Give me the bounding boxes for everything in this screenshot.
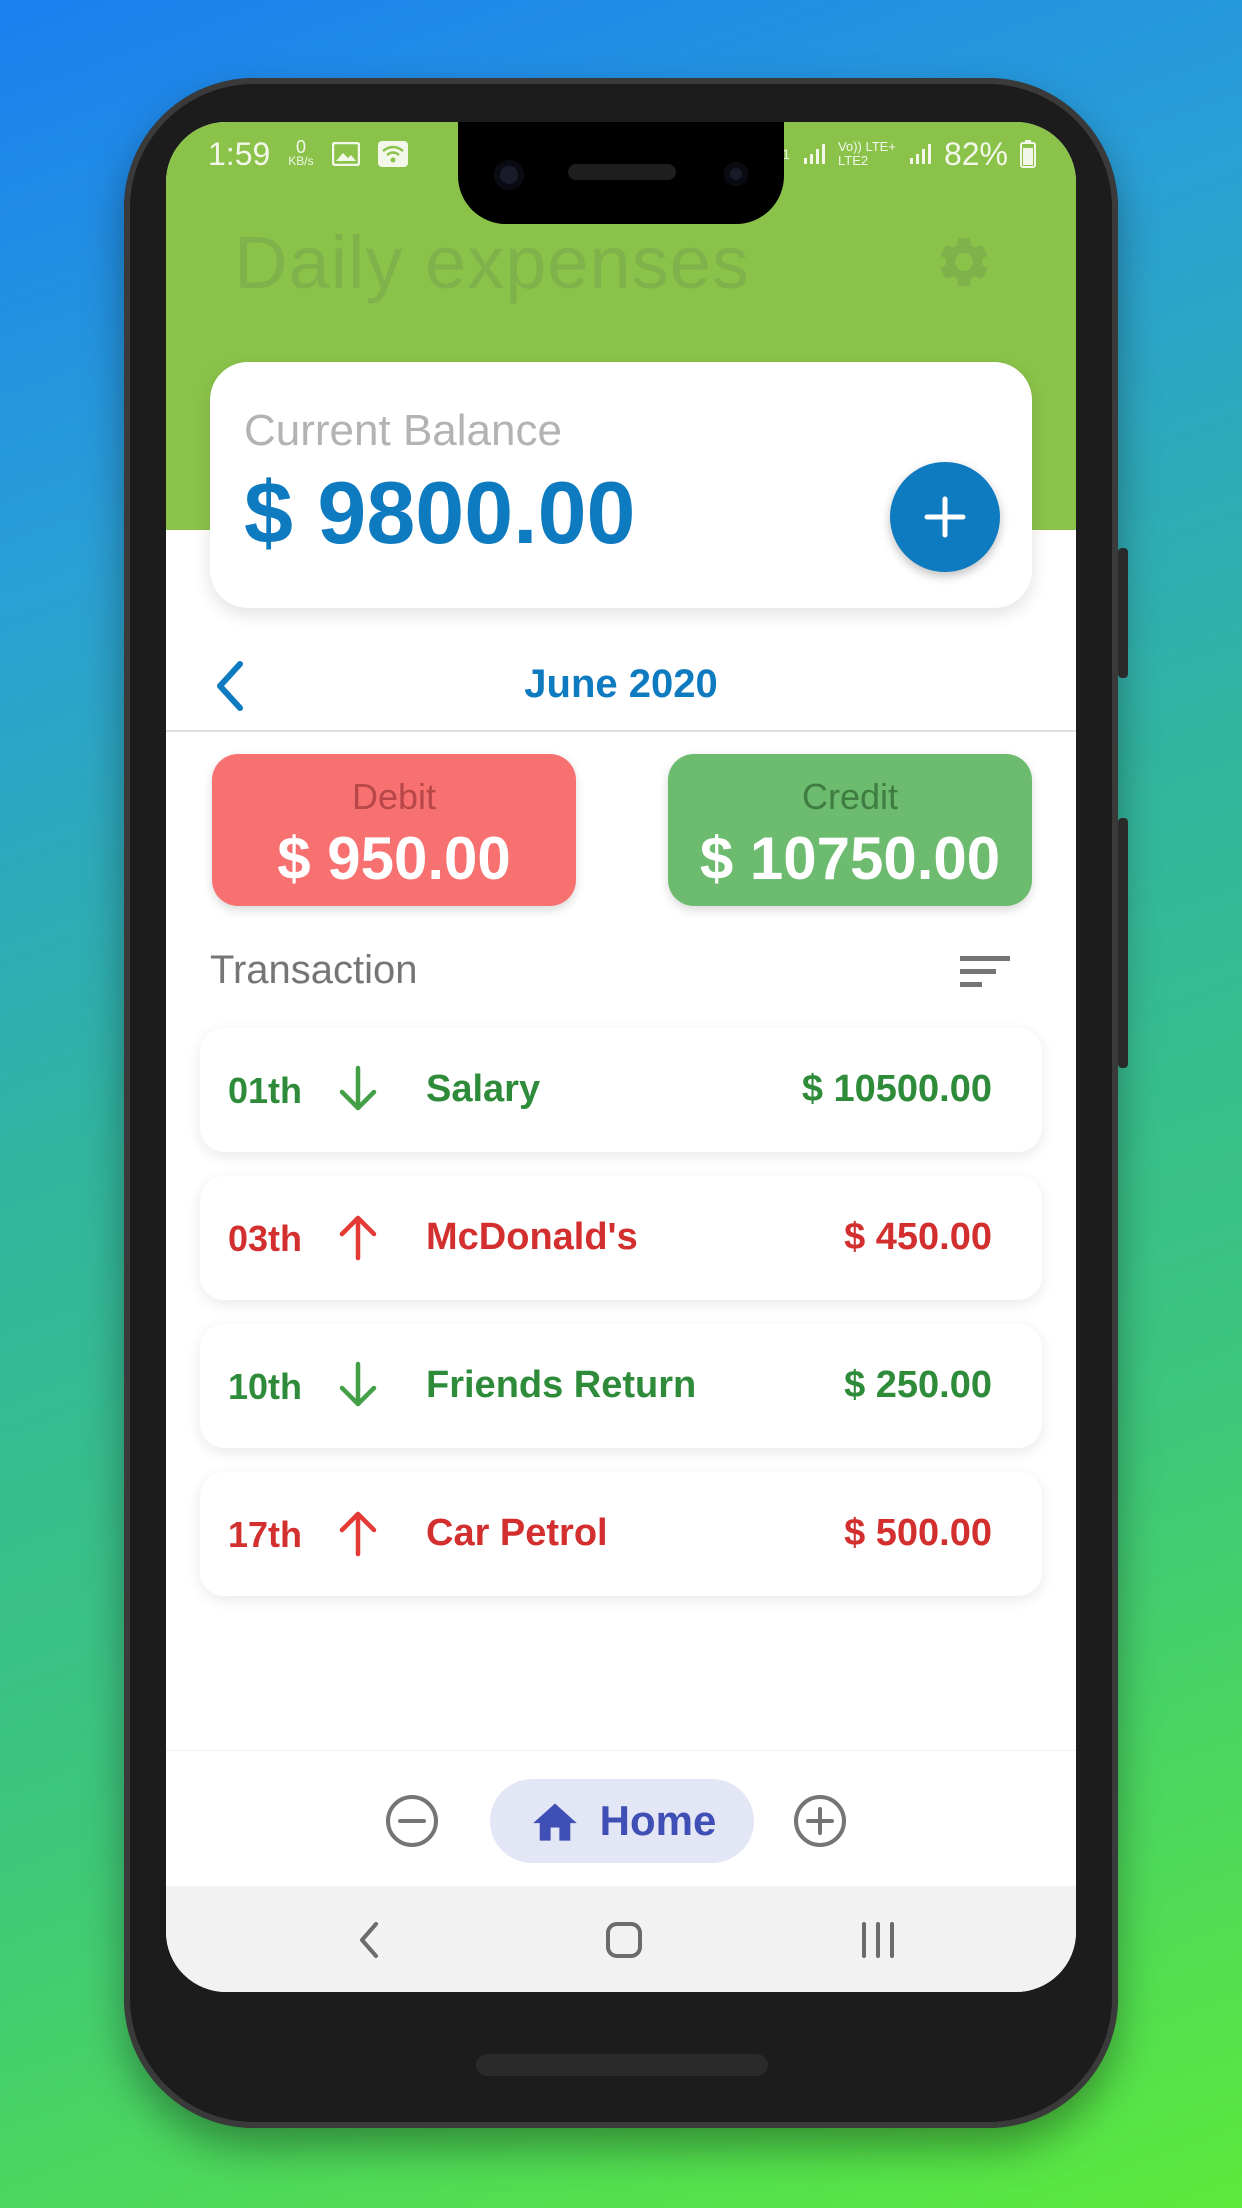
transaction-name: McDonald's <box>426 1216 638 1258</box>
plus-circle-icon[interactable] <box>792 1793 848 1849</box>
gallery-icon <box>331 142 360 166</box>
battery-icon <box>1020 140 1036 168</box>
transaction-list: 01th Salary $ 10500.00 03th McDonald's $… <box>200 1028 1042 1620</box>
gear-icon[interactable] <box>934 232 994 292</box>
recents-icon[interactable] <box>856 1918 900 1962</box>
signal-icon-2 <box>909 144 931 164</box>
debit-value: $ 950.00 <box>277 825 511 892</box>
transaction-row[interactable]: 01th Salary $ 10500.00 <box>200 1028 1042 1152</box>
transaction-header: Transaction <box>210 948 418 992</box>
transaction-day: 01th <box>228 1070 303 1111</box>
balance-value: $ 9800.00 <box>244 463 636 562</box>
app-screen: 1:59 0 KB/s LTE1 Vo)) LT <box>166 122 1076 1992</box>
transaction-day: 17th <box>228 1514 303 1555</box>
signal-icon <box>804 144 826 164</box>
transaction-name: Salary <box>426 1068 541 1110</box>
phone-screen: 1:59 0 KB/s LTE1 Vo)) LT <box>166 122 1076 1992</box>
transaction-row[interactable]: 17th Car Petrol $ 500.00 <box>200 1472 1042 1596</box>
transaction-amount: $ 250.00 <box>844 1364 992 1406</box>
transaction-name: Car Petrol <box>426 1512 608 1554</box>
home-tab-label: Home <box>599 1797 717 1844</box>
minus-circle-icon[interactable] <box>384 1793 440 1849</box>
home-button-icon[interactable] <box>602 1918 646 1962</box>
home-icon <box>532 1803 577 1841</box>
credit-label: Credit <box>801 776 899 817</box>
transaction-name: Friends Return <box>426 1364 697 1406</box>
wifi-icon <box>377 141 408 167</box>
transaction-day: 03th <box>228 1218 303 1259</box>
battery-percent: 82% <box>943 135 1008 172</box>
status-time: 1:59 <box>208 135 271 172</box>
month-label: June 2020 <box>524 662 718 706</box>
debit-label: Debit <box>351 776 437 817</box>
earpiece <box>568 164 676 180</box>
sort-icon[interactable] <box>958 952 1012 992</box>
back-icon[interactable] <box>348 1918 392 1962</box>
credit-card: Credit $ 10750.00 <box>668 754 1032 906</box>
balance-card: Current Balance $ 9800.00 <box>210 362 1032 608</box>
transaction-day: 10th <box>228 1366 303 1407</box>
balance-label: Current Balance <box>244 406 562 455</box>
status-bar-right: LTE1 Vo)) LTE+ LTE2 82% <box>758 132 1036 176</box>
transaction-amount: $ 10500.00 <box>801 1068 992 1110</box>
transaction-amount: $ 500.00 <box>844 1512 992 1554</box>
month-selector: June 2020 <box>166 632 1076 742</box>
credit-value: $ 10750.00 <box>699 825 1001 892</box>
transaction-row[interactable]: 10th Friends Return $ 250.00 <box>200 1324 1042 1448</box>
data-speed: 0 KB/s <box>288 137 314 168</box>
front-sensor <box>724 162 748 186</box>
debit-card: Debit $ 950.00 <box>212 754 576 906</box>
arrow-up-icon <box>339 1511 377 1557</box>
front-camera <box>494 160 524 190</box>
bottom-speaker <box>476 2054 768 2076</box>
divider <box>166 730 1076 732</box>
network-2: Vo)) LTE+ LTE2 <box>838 139 896 168</box>
arrow-down-icon <box>339 1361 377 1407</box>
arrow-up-icon <box>339 1215 377 1261</box>
bottom-navigation: Home <box>166 1750 1076 1887</box>
power-button <box>1118 548 1128 678</box>
transaction-amount: $ 450.00 <box>844 1216 992 1258</box>
arrow-down-icon <box>339 1065 377 1111</box>
app-title: Daily expenses <box>234 221 750 304</box>
transaction-row[interactable]: 03th McDonald's $ 450.00 <box>200 1176 1042 1300</box>
plus-icon <box>924 496 966 538</box>
volume-button <box>1118 818 1128 1068</box>
system-navigation-bar <box>166 1886 1076 1992</box>
add-transaction-button[interactable] <box>890 462 1000 572</box>
home-tab[interactable]: Home <box>490 1779 754 1863</box>
status-bar-left: 1:59 0 KB/s <box>208 132 408 176</box>
camera-notch <box>458 122 784 224</box>
